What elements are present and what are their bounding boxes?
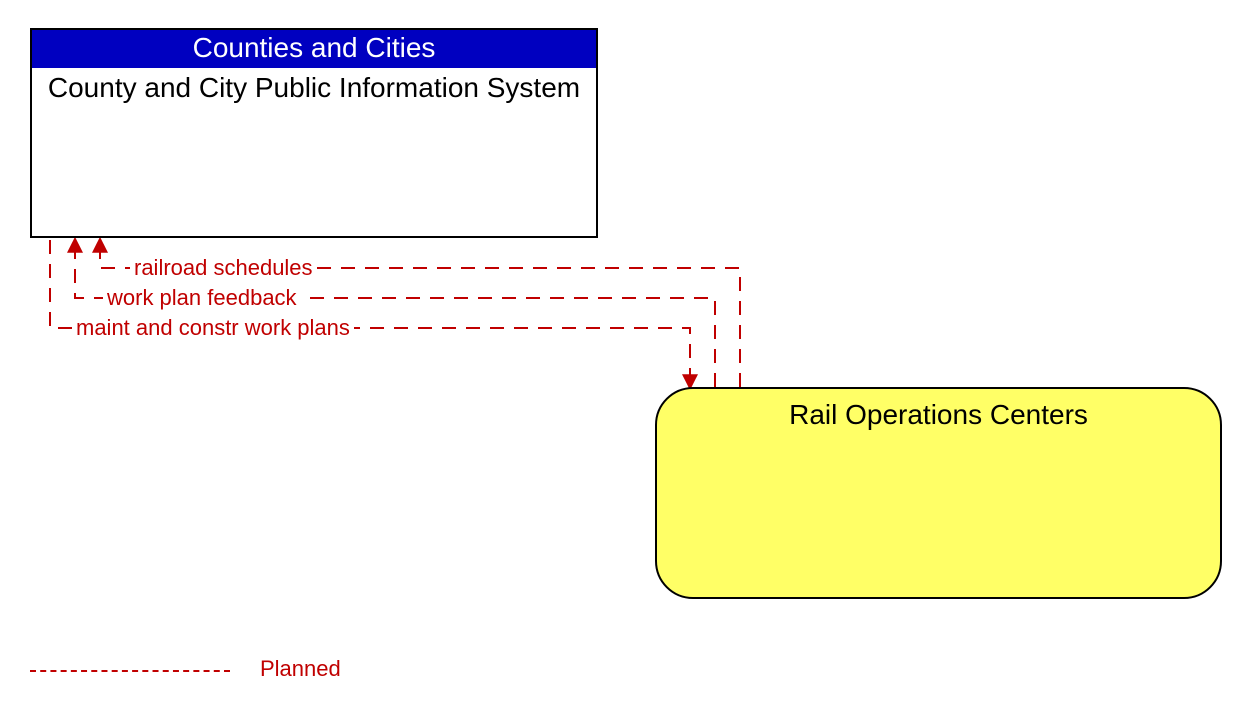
county-public-info-system-box: Counties and Cities County and City Publ… [30,28,598,238]
rail-operations-centers-box: Rail Operations Centers [655,387,1222,599]
rail-box-title: Rail Operations Centers [657,389,1220,431]
flow-label-work-plan-feedback: work plan feedback [103,285,301,311]
legend-line-planned [30,670,230,672]
county-box-body: County and City Public Information Syste… [32,68,596,104]
county-box-header: Counties and Cities [32,30,596,68]
flow-label-maint-constr-work-plans: maint and constr work plans [72,315,354,341]
flow-label-railroad-schedules: railroad schedules [130,255,317,281]
legend-label-planned: Planned [260,656,341,682]
